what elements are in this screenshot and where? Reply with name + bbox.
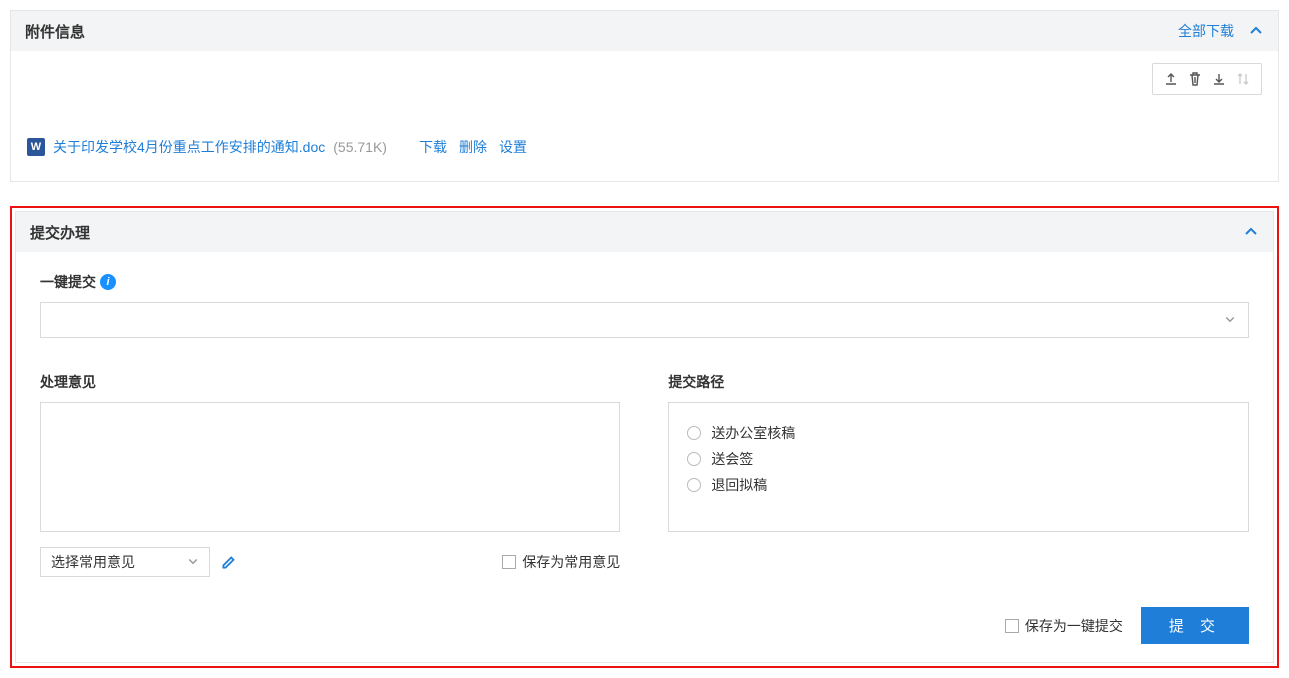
collapse-icon[interactable] xyxy=(1248,23,1264,39)
download-all-link[interactable]: 全部下载 xyxy=(1178,21,1234,41)
collapse-icon[interactable] xyxy=(1243,224,1259,240)
sort-icon xyxy=(1231,68,1255,90)
attachment-row: W 关于印发学校4月份重点工作安排的通知.doc (55.71K) 下载 删除 … xyxy=(27,119,1262,157)
edit-icon[interactable] xyxy=(220,553,238,571)
submit-footer: 保存为一键提交 提 交 xyxy=(40,607,1249,644)
submit-highlight-frame: 提交办理 一键提交 i 处理意见 xyxy=(10,206,1279,668)
attachment-filesize: (55.71K) xyxy=(333,139,387,155)
path-option-label: 送办公室核稿 xyxy=(711,423,795,443)
opinion-label: 处理意见 xyxy=(40,372,620,392)
radio-icon xyxy=(687,426,701,440)
attachment-filename[interactable]: 关于印发学校4月份重点工作安排的通知.doc xyxy=(53,137,325,157)
trash-icon[interactable] xyxy=(1183,68,1207,90)
path-options-box: 送办公室核稿 送会签 退回拟稿 xyxy=(668,402,1249,532)
attachment-delete-link[interactable]: 删除 xyxy=(459,137,487,157)
save-one-click-label: 保存为一键提交 xyxy=(1025,616,1123,636)
info-icon[interactable]: i xyxy=(100,274,116,290)
chevron-down-icon xyxy=(1224,312,1236,328)
path-option-label: 送会签 xyxy=(711,449,753,469)
word-file-icon: W xyxy=(27,138,45,156)
submit-button[interactable]: 提 交 xyxy=(1141,607,1249,644)
attachment-download-link[interactable]: 下载 xyxy=(419,137,447,157)
submit-panel-title: 提交办理 xyxy=(30,222,90,243)
upload-icon[interactable] xyxy=(1159,68,1183,90)
path-option[interactable]: 送办公室核稿 xyxy=(687,423,1230,443)
one-click-select[interactable] xyxy=(40,302,1249,338)
radio-icon xyxy=(687,478,701,492)
common-opinion-select-label: 选择常用意见 xyxy=(51,552,135,572)
attachment-panel-header: 附件信息 全部下载 xyxy=(11,11,1278,51)
attachment-toolbar xyxy=(1152,63,1262,95)
path-option-label: 退回拟稿 xyxy=(711,475,767,495)
save-common-label: 保存为常用意见 xyxy=(522,552,620,572)
one-click-label-text: 一键提交 xyxy=(40,272,96,292)
chevron-down-icon xyxy=(187,554,199,570)
submit-panel-header: 提交办理 xyxy=(16,212,1273,252)
common-opinion-select[interactable]: 选择常用意见 xyxy=(40,547,210,577)
attachment-panel-title: 附件信息 xyxy=(25,21,85,42)
download-icon[interactable] xyxy=(1207,68,1231,90)
one-click-label: 一键提交 i xyxy=(40,272,1249,292)
attachment-panel: 附件信息 全部下载 xyxy=(10,10,1279,182)
path-label: 提交路径 xyxy=(668,372,1249,392)
save-one-click-checkbox[interactable] xyxy=(1005,619,1019,633)
submit-panel: 提交办理 一键提交 i 处理意见 xyxy=(15,211,1274,663)
save-common-checkbox[interactable] xyxy=(502,555,516,569)
opinion-textarea[interactable] xyxy=(40,402,620,532)
path-option[interactable]: 退回拟稿 xyxy=(687,475,1230,495)
path-option[interactable]: 送会签 xyxy=(687,449,1230,469)
attachment-settings-link[interactable]: 设置 xyxy=(499,137,527,157)
radio-icon xyxy=(687,452,701,466)
